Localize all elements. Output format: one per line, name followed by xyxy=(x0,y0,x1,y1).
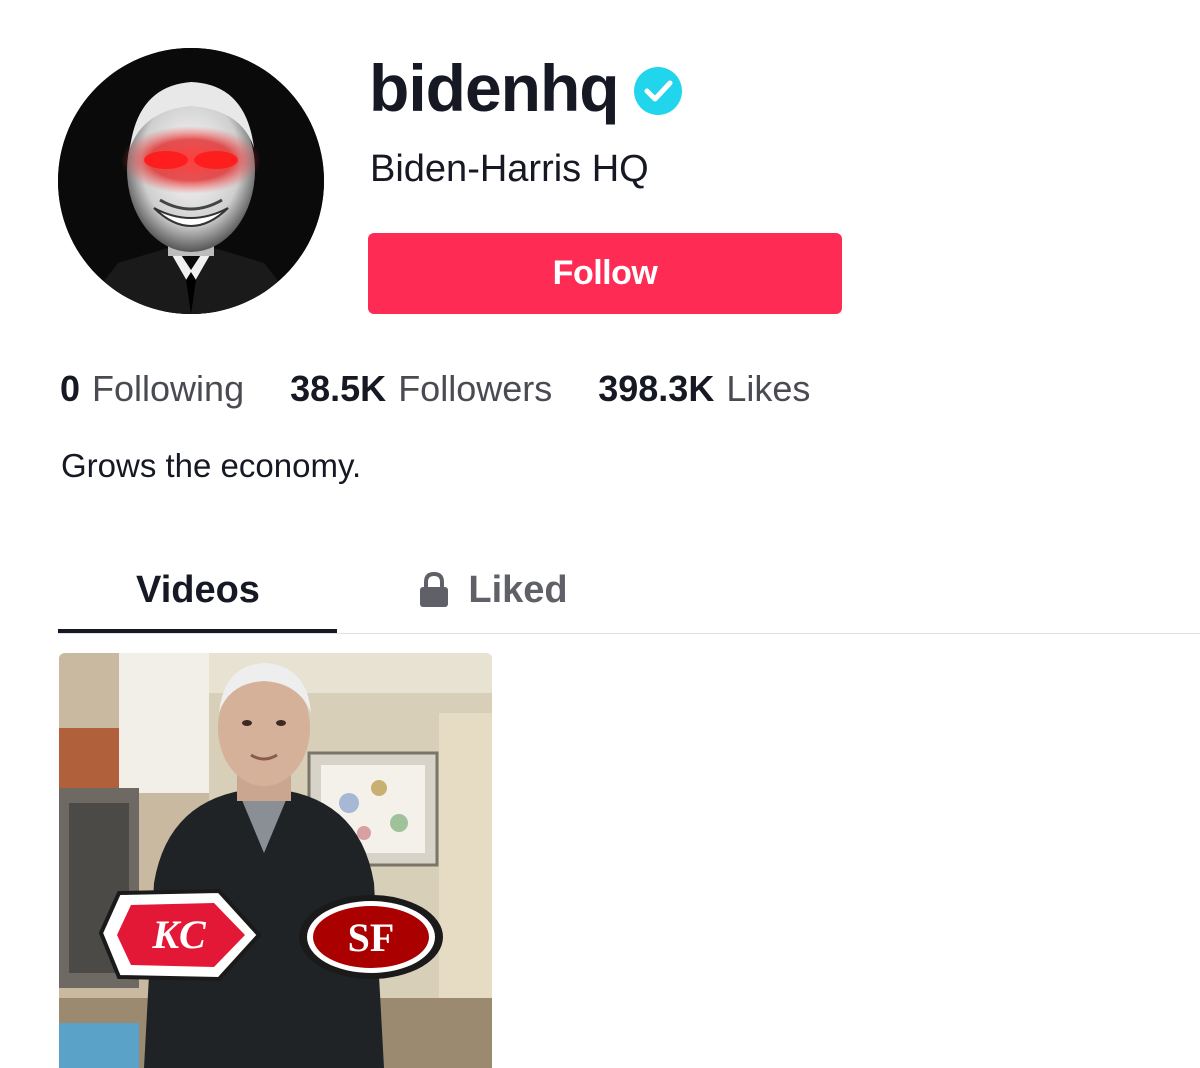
sf-logo-text: SF xyxy=(348,915,395,960)
stat-value: 0 xyxy=(60,368,81,409)
tab-liked[interactable]: Liked xyxy=(408,548,578,632)
username: bidenhq xyxy=(369,51,620,125)
tabs-divider xyxy=(58,633,1200,634)
avatar-image xyxy=(58,48,324,314)
verified-badge-icon xyxy=(633,67,682,115)
stat-label: Followers xyxy=(398,368,553,409)
profile-stats: 0 Following 38.5K Followers 398.3K Likes xyxy=(60,368,856,410)
sf-logo: SF xyxy=(299,895,443,979)
profile-bio: Grows the economy. xyxy=(61,447,362,484)
tab-videos[interactable]: Videos xyxy=(58,548,338,632)
follow-button[interactable]: Follow xyxy=(368,233,842,314)
stat-value: 38.5K xyxy=(290,368,387,409)
stat-label: Following xyxy=(92,368,245,409)
tab-label: Liked xyxy=(468,568,568,611)
stat-value: 398.3K xyxy=(598,368,715,409)
profile-avatar[interactable] xyxy=(58,48,324,314)
stat-label: Likes xyxy=(726,368,811,409)
tab-label: Videos xyxy=(136,568,260,611)
stat-likes: 398.3K Likes xyxy=(598,368,810,410)
display-name: Biden-Harris HQ xyxy=(370,148,649,190)
kc-logo-text: KC xyxy=(151,912,207,957)
profile-header: bidenhq xyxy=(369,50,683,126)
video-thumbnail[interactable]: KC SF xyxy=(59,653,492,1068)
stat-followers[interactable]: 38.5K Followers xyxy=(290,368,552,410)
lock-icon xyxy=(420,571,449,607)
video-thumbnail-image: KC SF xyxy=(59,653,492,1068)
stat-following[interactable]: 0 Following xyxy=(60,368,244,410)
profile-tabs: Videos Liked xyxy=(58,548,1200,636)
